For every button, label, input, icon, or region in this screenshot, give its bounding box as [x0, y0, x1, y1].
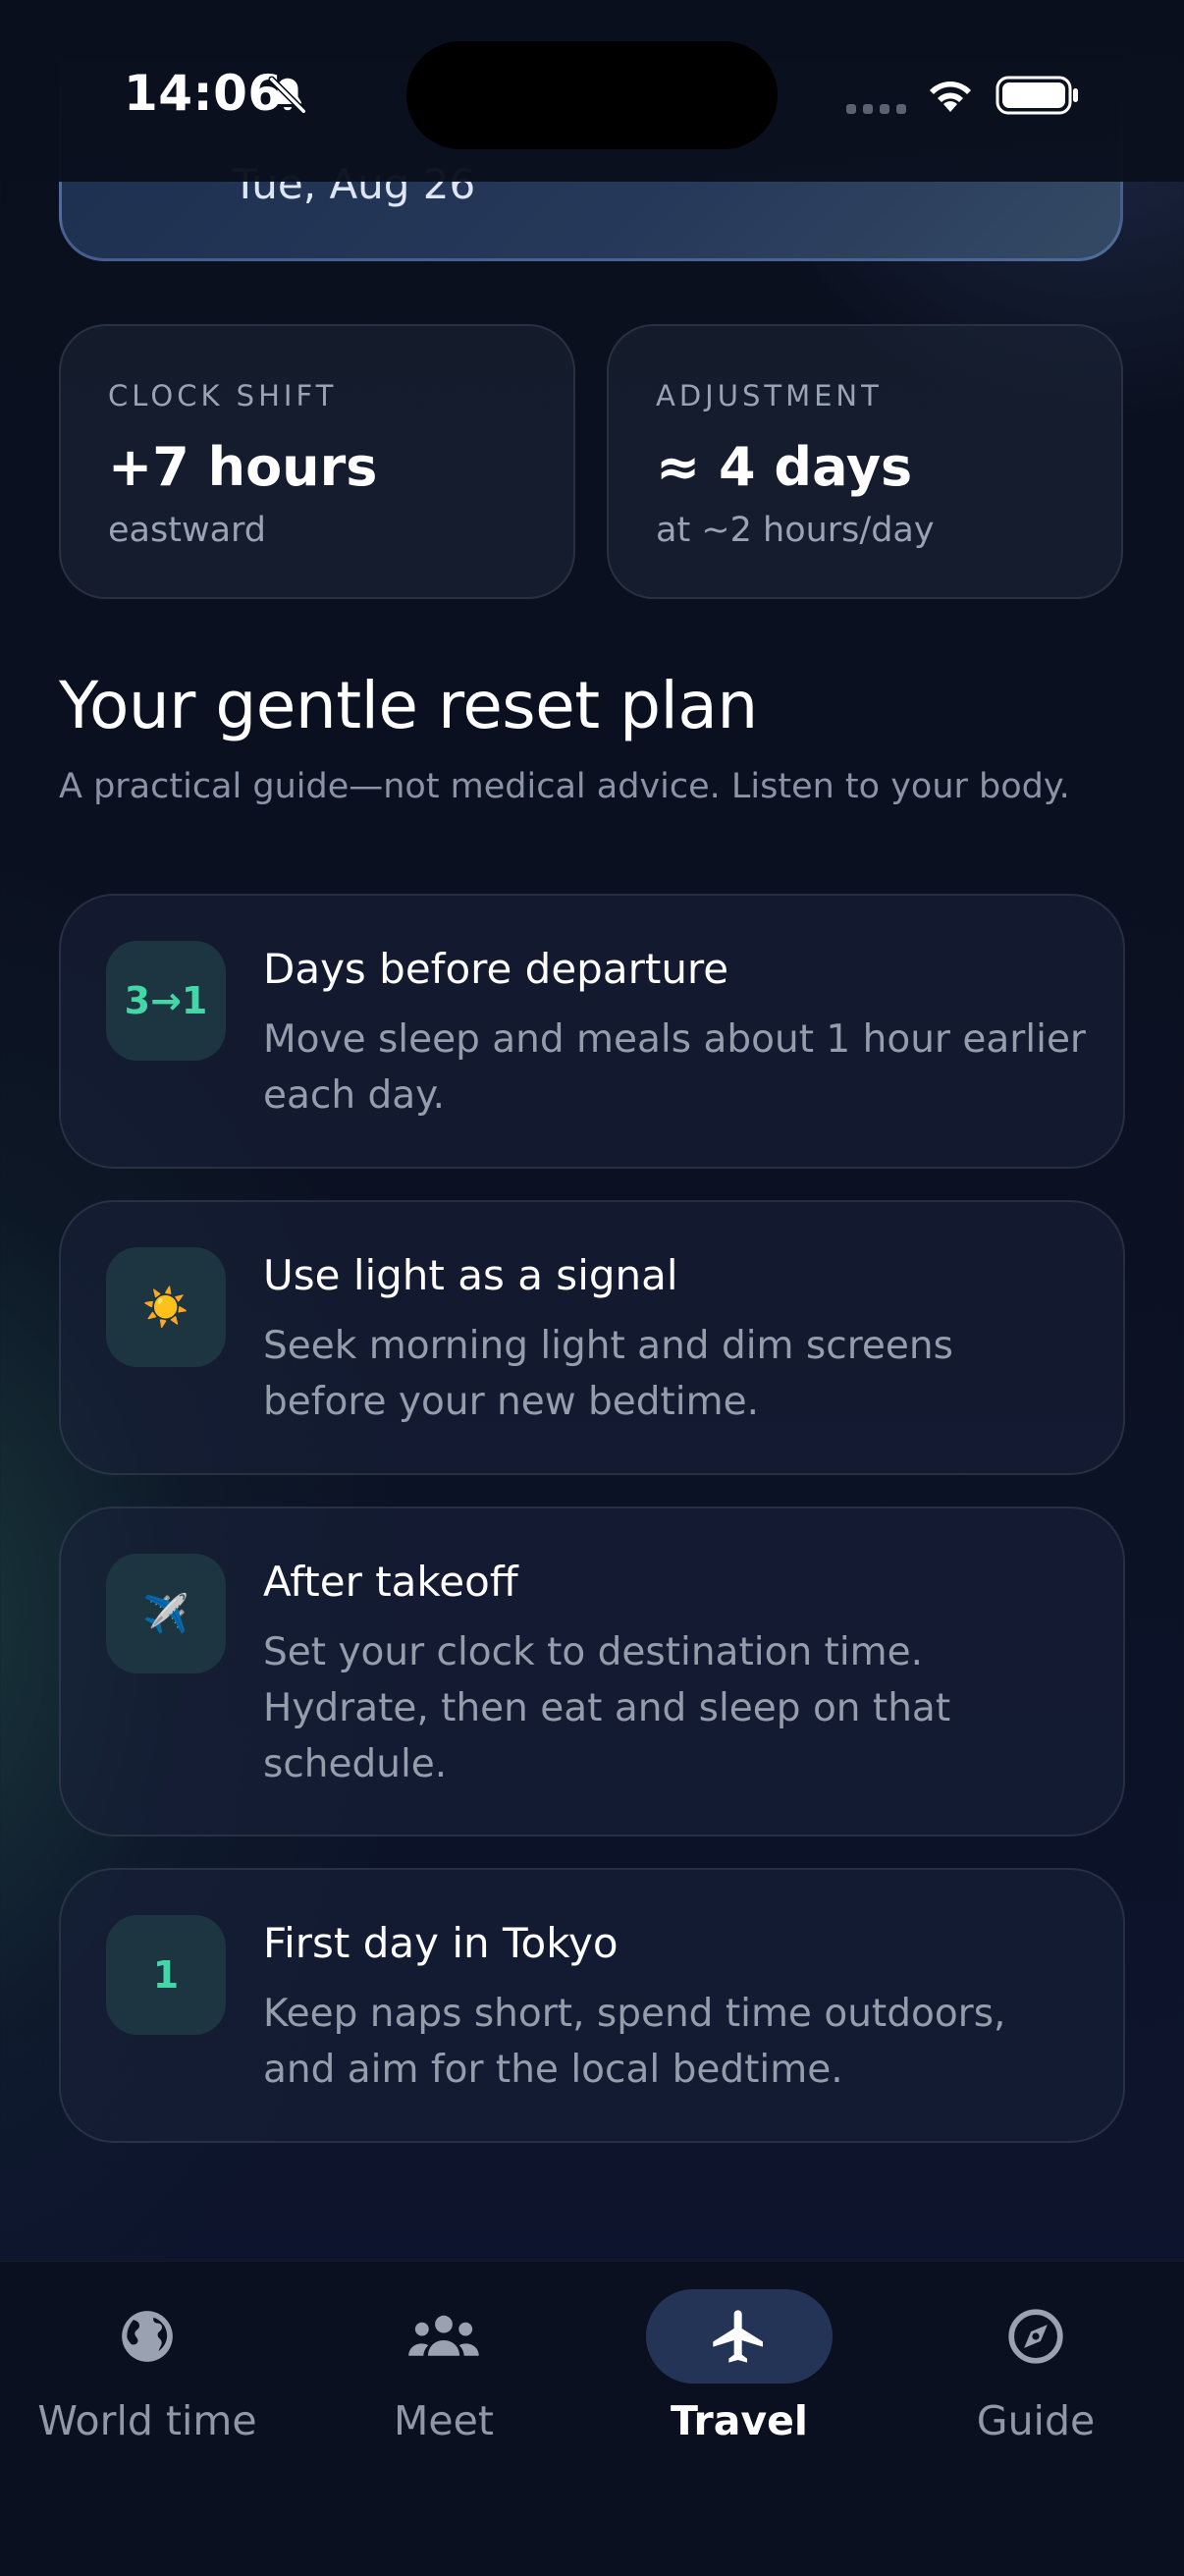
plan-step-card: ✈️ After takeoff Set your clock to desti… [59, 1507, 1125, 1836]
nav-item-travel[interactable]: Travel [592, 2262, 887, 2478]
adjustment-label: ADJUSTMENT [656, 379, 883, 412]
adjustment-value: ≈ 4 days [656, 436, 913, 498]
people-icon [408, 2315, 479, 2356]
plan-step-description: Keep naps short, spend time outdoors, an… [263, 1992, 1006, 2092]
plan-step-card: 3→1 Days before departure Move sleep and… [59, 894, 1125, 1169]
plan-step-description: Move sleep and meals about 1 hour earlie… [263, 1017, 1086, 1118]
plan-step-title: Use light as a signal [263, 1251, 678, 1299]
airplane-icon [713, 2310, 763, 2363]
clock-shift-direction: eastward [108, 511, 267, 550]
adjustment-card: ADJUSTMENT ≈ 4 days at ~2 hours/day [607, 324, 1123, 599]
plan-title: Your gentle reset plan [59, 668, 758, 743]
nav-label: Guide [976, 2397, 1096, 2444]
plan-step-title: First day in Tokyo [263, 1919, 619, 1967]
plan-step-card: ☀️ Use light as a signal Seek morning li… [59, 1200, 1125, 1475]
clock-shift-label: CLOCK SHIFT [108, 379, 338, 412]
plan-step-description: Set your clock to destination time. Hydr… [263, 1630, 951, 1786]
compass-icon [1008, 2309, 1063, 2364]
plan-step-description: Seek morning light and dim screens befor… [263, 1324, 953, 1424]
countdown-badge-icon: 3→1 [106, 941, 226, 1061]
adjustment-rate: at ~2 hours/day [656, 511, 935, 550]
nav-item-meet[interactable]: Meet [296, 2262, 591, 2478]
bottom-nav: World time Meet Travel Guide [0, 2261, 1184, 2576]
clock-shift-card: CLOCK SHIFT +7 hours eastward [59, 324, 575, 599]
status-time: 14:06 [124, 65, 283, 122]
plan-step-card: 1 First day in Tokyo Keep naps short, sp… [59, 1868, 1125, 2143]
sun-icon: ☀️ [106, 1247, 226, 1367]
plan-step-title: Days before departure [263, 945, 729, 993]
battery-icon [996, 76, 1078, 115]
airplane-icon: ✈️ [106, 1554, 226, 1673]
plan-subtitle: A practical guide—not medical advice. Li… [59, 767, 1070, 806]
wifi-icon [930, 82, 971, 112]
cellular-signal-icon [846, 104, 906, 114]
clock-shift-value: +7 hours [108, 436, 378, 498]
dynamic-island [406, 41, 778, 149]
globe-icon [122, 2311, 173, 2362]
day-number-badge-icon: 1 [106, 1915, 226, 2035]
nav-item-world-time[interactable]: World time [0, 2262, 295, 2478]
nav-item-guide[interactable]: Guide [888, 2262, 1183, 2478]
status-bar: 14:06 [0, 0, 1184, 182]
plan-step-title: After takeoff [263, 1558, 518, 1606]
bell-muted-icon [268, 76, 307, 115]
nav-label: World time [37, 2397, 257, 2444]
nav-label: Meet [394, 2397, 494, 2444]
nav-label: Travel [671, 2397, 808, 2444]
